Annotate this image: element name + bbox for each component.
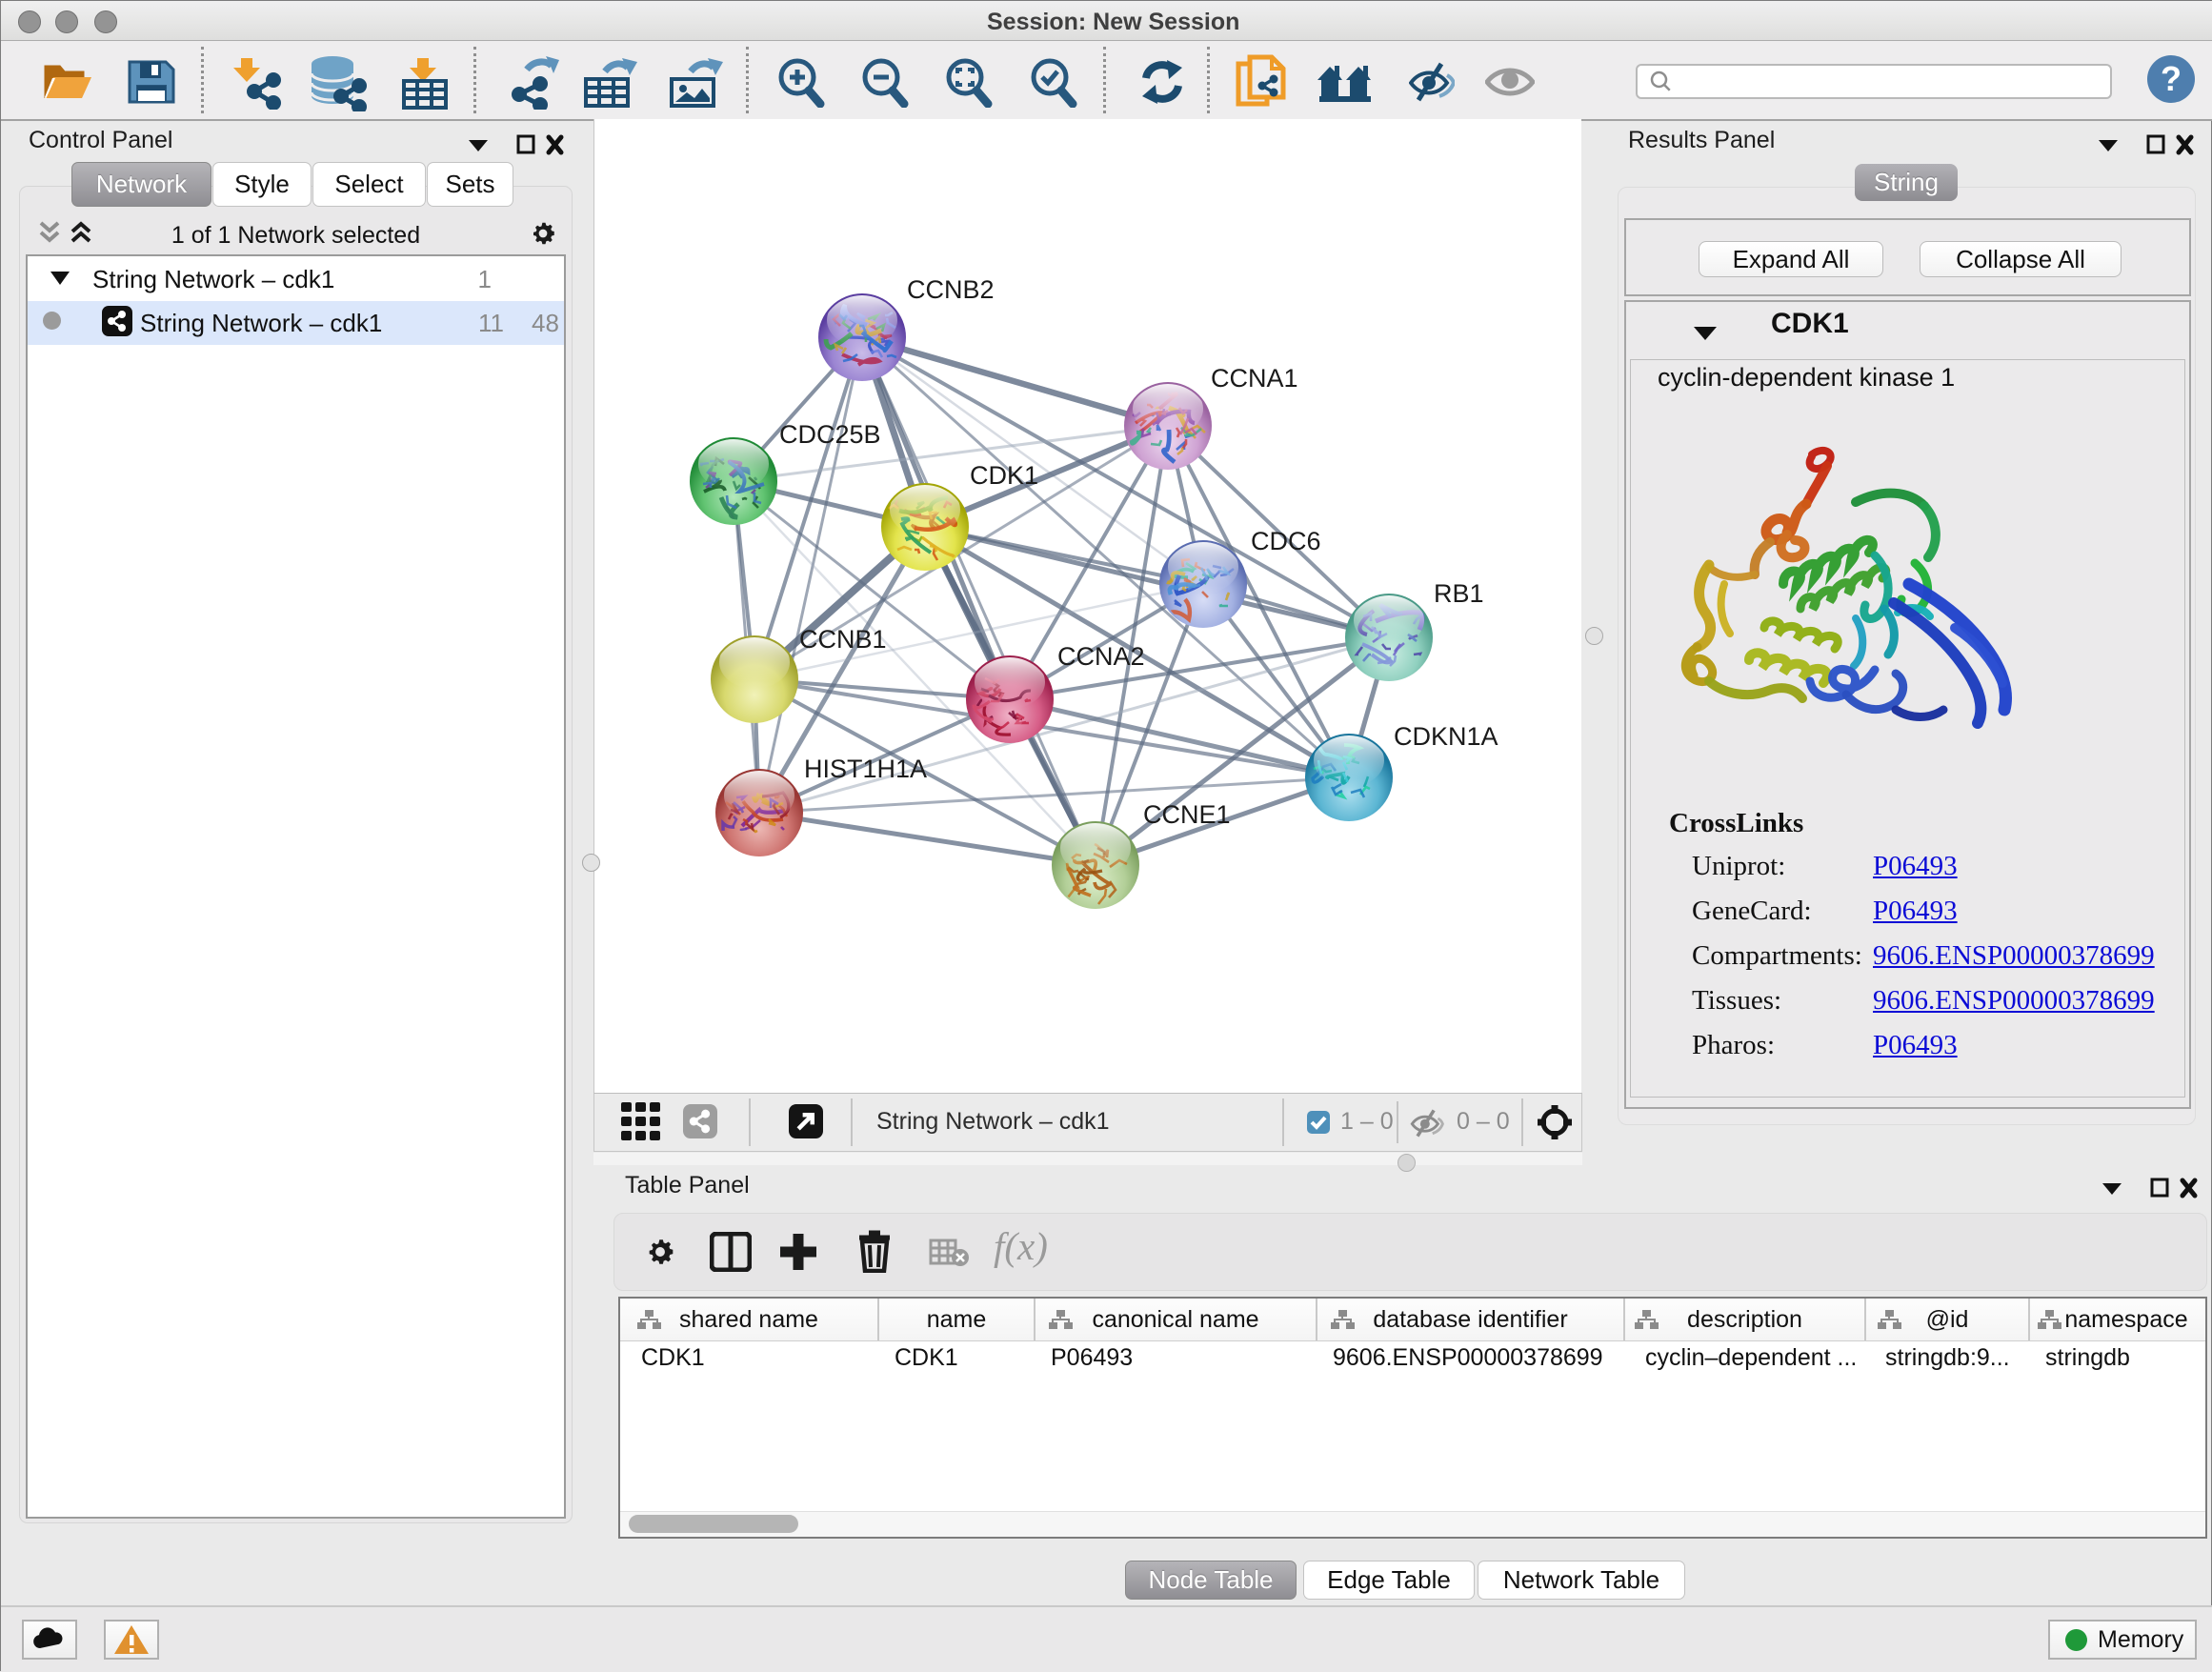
svg-text:?: ? <box>2161 59 2182 98</box>
svg-text:CDC25B: CDC25B <box>779 420 881 449</box>
svg-text:CCNA1: CCNA1 <box>1211 364 1298 393</box>
svg-text:CCNA2: CCNA2 <box>1057 642 1145 671</box>
svg-text:HIST1H1A: HIST1H1A <box>804 755 927 783</box>
svg-text:RB1: RB1 <box>1434 579 1484 608</box>
svg-text:CDKN1A: CDKN1A <box>1394 722 1498 751</box>
svg-text:CCNB1: CCNB1 <box>799 625 887 654</box>
svg-text:CCNE1: CCNE1 <box>1143 800 1231 829</box>
svg-text:CDK1: CDK1 <box>970 461 1038 490</box>
svg-text:CCNB2: CCNB2 <box>907 275 995 304</box>
svg-text:CDC6: CDC6 <box>1251 527 1321 555</box>
